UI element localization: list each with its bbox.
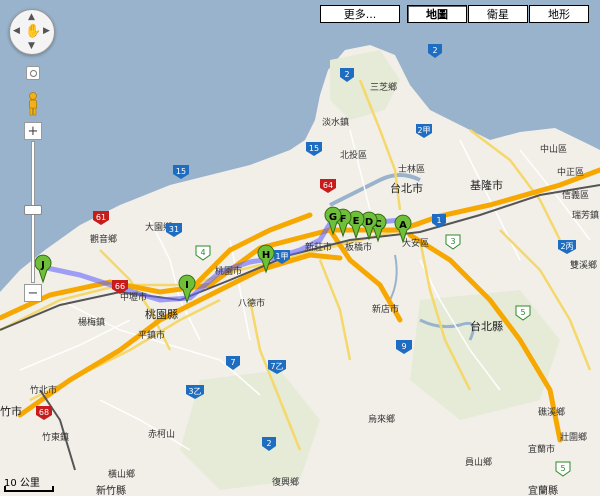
route-marker-label: J [40, 260, 45, 271]
label-zhongli: 中壢市 [120, 291, 147, 303]
svg-text:9: 9 [401, 342, 406, 351]
label-xinzhuang: 新莊市 [305, 241, 332, 253]
svg-text:15: 15 [176, 167, 186, 176]
map-type-terrain[interactable]: 地形 [529, 5, 589, 23]
svg-text:2丙: 2丙 [560, 242, 573, 251]
label-shuangxi: 雙溪鄉 [570, 259, 597, 271]
label-fuxing: 復興鄉 [272, 476, 299, 488]
zoom-out-button[interactable]: − [24, 284, 42, 302]
label-daan: 大安區 [402, 237, 429, 249]
label-hsinchu-city: 竹市 [0, 404, 22, 418]
zoom-in-button[interactable]: + [24, 122, 42, 140]
label-bade: 八德市 [238, 297, 265, 309]
route-marker-label: A [399, 220, 407, 231]
label-taoyuan-city: 桃園市 [215, 265, 242, 277]
svg-text:1甲: 1甲 [275, 252, 288, 261]
label-jiaoxi: 礁溪鄉 [538, 406, 565, 418]
label-beitou: 北投區 [340, 149, 367, 161]
svg-text:1: 1 [436, 216, 441, 225]
svg-text:5: 5 [520, 308, 525, 317]
route-marker-label: I [185, 280, 189, 291]
label-zhongzheng: 中正區 [557, 166, 584, 178]
route-marker-label: G [329, 212, 337, 223]
scale-bar [4, 486, 54, 492]
zoom-slider-thumb[interactable] [24, 205, 42, 215]
label-xindian: 新店市 [372, 303, 399, 315]
more-button[interactable]: 更多... [320, 5, 400, 23]
label-yangmei: 楊梅鎮 [78, 316, 105, 328]
label-zhudong: 竹東鎮 [42, 431, 69, 443]
label-taipei-city: 台北市 [390, 181, 423, 195]
label-yilan-county: 宜蘭縣 [528, 484, 558, 496]
label-xinyi: 信義區 [562, 189, 589, 201]
label-keelung-city: 基隆市 [470, 178, 503, 192]
pan-right-icon[interactable]: ▶ [43, 27, 50, 36]
hand-icon: ✋ [25, 24, 42, 39]
svg-text:2甲: 2甲 [417, 126, 430, 135]
map-type-map[interactable]: 地圖 [407, 5, 467, 23]
svg-text:61: 61 [96, 213, 106, 222]
svg-text:2: 2 [266, 439, 271, 448]
label-chiayang: 赤柯山 [148, 428, 175, 440]
label-wulai: 烏來鄉 [368, 413, 395, 425]
label-shilin: 士林區 [398, 163, 425, 175]
svg-text:2: 2 [432, 46, 437, 55]
label-guanyin: 觀音鄉 [90, 233, 117, 245]
label-hsinchu-north: 竹北市 [30, 384, 57, 396]
svg-text:15: 15 [309, 144, 319, 153]
svg-text:7: 7 [230, 358, 235, 367]
svg-text:3: 3 [450, 237, 455, 246]
pan-down-icon[interactable]: ▼ [28, 42, 35, 51]
svg-text:31: 31 [169, 225, 179, 234]
label-zhuangwei: 壯圍鄉 [560, 431, 587, 443]
svg-text:64: 64 [323, 181, 333, 190]
recenter-button[interactable] [26, 66, 40, 80]
route-marker-label: E [353, 216, 360, 227]
pan-left-icon[interactable]: ◀ [13, 27, 20, 36]
route-marker-label: D [365, 217, 373, 228]
label-taipei-county: 台北縣 [470, 319, 503, 333]
svg-text:3乙: 3乙 [188, 387, 201, 396]
label-tamsui: 淡水鎮 [322, 116, 349, 128]
label-yuanshan: 員山鄉 [465, 456, 492, 468]
label-zhongshan: 中山區 [540, 143, 567, 155]
svg-text:66: 66 [115, 282, 125, 291]
route-marker-label: H [262, 250, 270, 261]
map-type-satellite[interactable]: 衛星 [468, 5, 528, 23]
svg-text:5: 5 [560, 464, 565, 473]
svg-text:7乙: 7乙 [270, 362, 283, 371]
svg-text:68: 68 [39, 408, 49, 417]
svg-text:2: 2 [344, 70, 349, 79]
svg-text:4: 4 [200, 248, 205, 257]
map-canvas[interactable]: 三芝鄉 淡水鎮 北投區 士林區 台北市 基隆市 中山區 中正區 信義區 瑞芳鎮 … [0, 0, 600, 496]
label-hengshan: 橫山鄉 [108, 468, 135, 480]
label-yilan-city: 宜蘭市 [528, 443, 555, 455]
street-view-pegman-icon[interactable] [26, 92, 40, 116]
label-pingzhen: 平鎮市 [138, 329, 165, 341]
pan-up-icon[interactable]: ▲ [28, 13, 35, 22]
label-banqiao: 板橋市 [345, 241, 372, 253]
circle-icon [30, 70, 37, 77]
pan-control[interactable]: ▲ ▼ ◀ ▶ ✋ [9, 9, 55, 55]
label-sanzhi: 三芝鄉 [370, 81, 397, 93]
label-taoyuan-county: 桃園縣 [145, 307, 178, 321]
label-ruifang: 瑞芳鎮 [572, 209, 599, 221]
label-xinzhu-county: 新竹縣 [96, 484, 126, 496]
